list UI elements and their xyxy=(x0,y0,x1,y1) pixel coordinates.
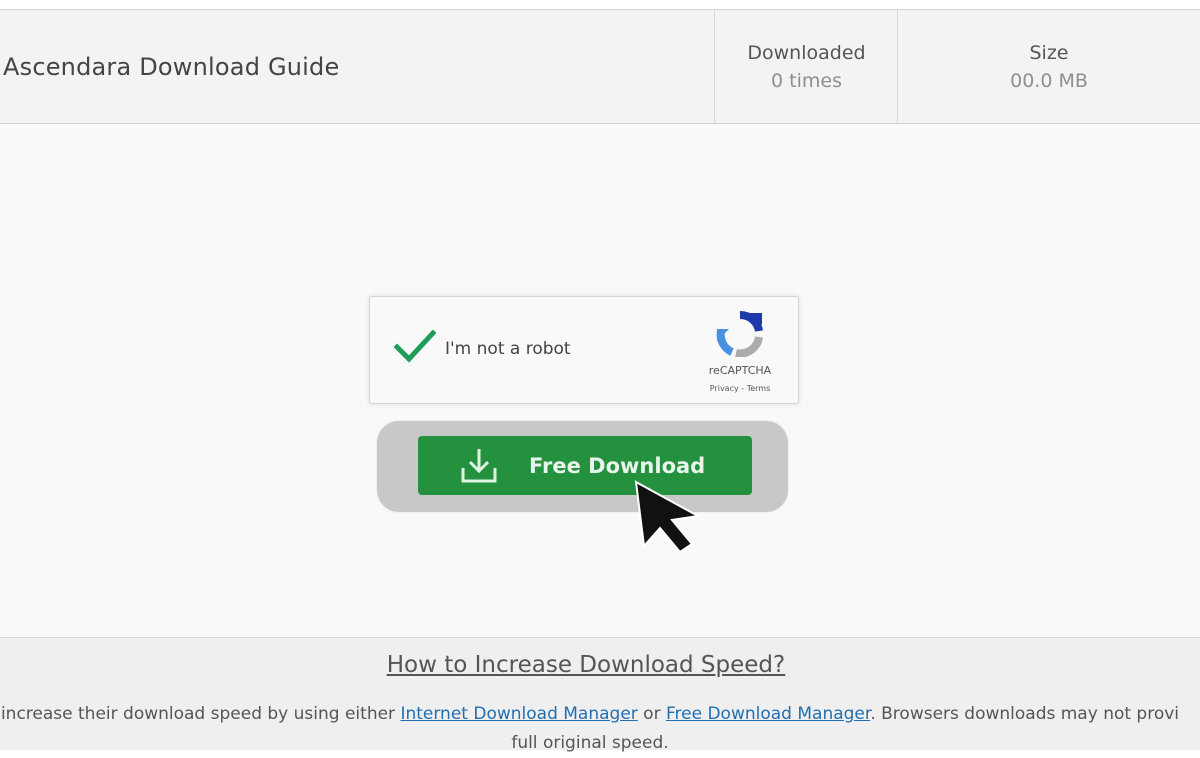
speed-description: increase their download speed by using e… xyxy=(0,700,1200,758)
downloaded-label: Downloaded xyxy=(747,41,866,64)
speed-text-or: or xyxy=(637,704,666,724)
download-icon xyxy=(461,449,497,483)
speed-title[interactable]: How to Increase Download Speed? xyxy=(0,652,1172,678)
speed-text-prefix: increase their download speed by using e… xyxy=(0,704,401,724)
size-label: Size xyxy=(1029,41,1069,64)
file-title: Ascendara Download Guide xyxy=(3,52,340,81)
speed-text-suffix: . Browsers downloads may not provi xyxy=(870,704,1180,724)
speed-info-section: How to Increase Download Speed? increase… xyxy=(0,637,1200,753)
downloads-stat: Downloaded 0 times xyxy=(714,10,898,123)
size-stat: Size 00.0 MB xyxy=(897,10,1200,123)
size-value: 00.0 MB xyxy=(1010,69,1088,92)
free-download-manager-link[interactable]: Free Download Manager xyxy=(666,704,870,724)
file-info-header: Ascendara Download Guide Downloaded 0 ti… xyxy=(0,9,1200,124)
speed-text-line2: full original speed. xyxy=(511,733,669,753)
recaptcha-brand: reCAPTCHA xyxy=(708,364,772,377)
internet-download-manager-link[interactable]: Internet Download Manager xyxy=(400,704,637,724)
checkmark-icon[interactable] xyxy=(394,330,436,364)
downloaded-count: 0 times xyxy=(771,69,842,92)
recaptcha-widget[interactable]: I'm not a robot reCAPTCHA Privacy - Term… xyxy=(369,296,799,404)
recaptcha-logo-icon xyxy=(716,311,763,357)
not-robot-label: I'm not a robot xyxy=(445,339,571,359)
mouse-pointer-icon xyxy=(634,480,702,554)
recaptcha-privacy-terms[interactable]: Privacy - Terms xyxy=(690,384,790,393)
download-button-frame: Free Download xyxy=(377,421,788,512)
